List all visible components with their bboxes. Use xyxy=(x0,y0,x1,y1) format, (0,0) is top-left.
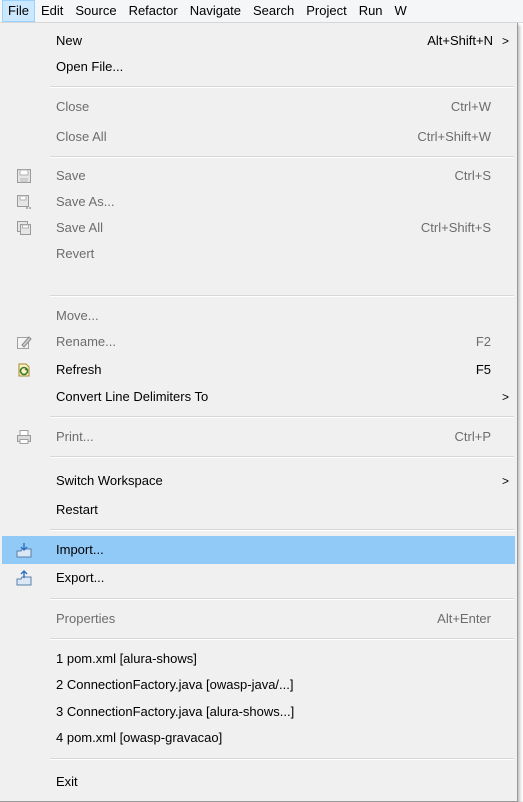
menu-item-label: Save xyxy=(56,168,86,183)
recent-file-item[interactable]: 1 pom.xml [alura-shows] xyxy=(2,646,515,672)
menu-item-export[interactable]: Export... xyxy=(2,565,515,591)
recent-file-label: 1 pom.xml [alura-shows] xyxy=(56,651,197,666)
menu-item-label: Export... xyxy=(56,570,105,585)
menu-item-revert[interactable]: Revert xyxy=(2,241,515,267)
menu-item-label: Refresh xyxy=(56,362,102,377)
menu-item-label: Close All xyxy=(56,129,107,144)
menu-search[interactable]: Search xyxy=(247,0,300,22)
menu-item-label: Convert Line Delimiters To xyxy=(56,389,209,404)
menu-item-save[interactable]: Save Ctrl+S xyxy=(2,163,515,189)
menu-item-label: Save As... xyxy=(56,194,115,209)
menu-item-label: Print... xyxy=(56,429,94,444)
menu-item-close[interactable]: Close Ctrl+W xyxy=(2,94,515,120)
menu-item-refresh[interactable]: Refresh F5 xyxy=(2,357,515,383)
menu-item-move[interactable]: Move... xyxy=(2,303,515,329)
menu-item-accelerator: F5 xyxy=(475,362,491,377)
menu-item-new[interactable]: New Alt+Shift+N > xyxy=(2,28,515,54)
refresh-icon xyxy=(16,362,32,378)
menu-item-exit[interactable]: Exit xyxy=(2,769,515,795)
menu-separator xyxy=(50,598,514,600)
menu-item-rename[interactable]: Rename... F2 xyxy=(2,329,515,355)
menu-item-accelerator: Alt+Enter xyxy=(437,611,491,626)
menu-separator xyxy=(50,529,514,531)
submenu-arrow-icon: > xyxy=(501,34,509,48)
menu-item-print[interactable]: Print... Ctrl+P xyxy=(2,424,515,450)
menu-item-label: Switch Workspace xyxy=(56,473,163,488)
export-icon xyxy=(16,570,32,586)
menu-item-accelerator: Ctrl+Shift+W xyxy=(417,129,491,144)
menu-project[interactable]: Project xyxy=(300,0,352,22)
menu-item-switch-workspace[interactable]: Switch Workspace > xyxy=(2,468,515,494)
menu-item-save-all[interactable]: Save All Ctrl+Shift+S xyxy=(2,215,515,241)
menu-item-accelerator: Ctrl+Shift+S xyxy=(420,220,491,235)
menu-item-accelerator: Ctrl+W xyxy=(450,99,491,114)
submenu-arrow-icon: > xyxy=(501,390,509,404)
recent-file-label: 3 ConnectionFactory.java [alura-shows...… xyxy=(56,704,295,719)
menu-window[interactable]: W xyxy=(389,0,413,22)
menu-item-open-file[interactable]: Open File... xyxy=(2,54,515,80)
recent-file-label: 4 pom.xml [owasp-gravacao] xyxy=(56,730,223,745)
menu-separator xyxy=(50,156,514,158)
menu-item-import[interactable]: Import... xyxy=(2,536,515,564)
menu-file[interactable]: File xyxy=(2,0,35,22)
menu-item-convert-line-delimiters[interactable]: Convert Line Delimiters To > xyxy=(2,384,515,410)
import-icon xyxy=(16,542,32,558)
menu-item-properties[interactable]: Properties Alt+Enter xyxy=(2,606,515,632)
file-menu-dropdown: New Alt+Shift+N > Open File... Close Ctr… xyxy=(0,23,518,802)
submenu-arrow-icon: > xyxy=(501,474,509,488)
menu-item-save-as[interactable]: Save As... xyxy=(2,189,515,215)
recent-file-item[interactable]: 2 ConnectionFactory.java [owasp-java/...… xyxy=(2,672,515,698)
print-icon xyxy=(16,429,32,445)
menu-item-accelerator: Alt+Shift+N xyxy=(427,33,493,48)
menu-source[interactable]: Source xyxy=(69,0,122,22)
menu-item-label: Close xyxy=(56,99,90,114)
menu-item-label: Open File... xyxy=(56,59,124,74)
menu-separator xyxy=(50,86,514,88)
menu-item-label: Move... xyxy=(56,308,99,323)
menu-separator xyxy=(50,758,514,760)
menu-item-label: Exit xyxy=(56,774,78,789)
menu-separator xyxy=(50,416,514,418)
menu-separator xyxy=(50,456,514,458)
recent-file-label: 2 ConnectionFactory.java [owasp-java/...… xyxy=(56,677,294,692)
menu-item-label: Import... xyxy=(56,542,104,557)
menu-item-label: Properties xyxy=(56,611,116,626)
menu-item-label: Revert xyxy=(56,246,95,261)
menu-edit[interactable]: Edit xyxy=(35,0,69,22)
menu-run[interactable]: Run xyxy=(353,0,389,22)
menu-item-close-all[interactable]: Close All Ctrl+Shift+W xyxy=(2,124,515,150)
rename-icon xyxy=(16,334,32,350)
menu-item-label: New xyxy=(56,33,83,48)
menu-item-accelerator: F2 xyxy=(475,334,491,349)
menu-separator xyxy=(50,295,514,297)
recent-file-item[interactable]: 3 ConnectionFactory.java [alura-shows...… xyxy=(2,699,515,725)
recent-file-item[interactable]: 4 pom.xml [owasp-gravacao] xyxy=(2,725,515,751)
menu-refactor[interactable]: Refactor xyxy=(123,0,184,22)
menu-navigate[interactable]: Navigate xyxy=(184,0,247,22)
menu-separator xyxy=(50,638,514,640)
menu-item-label: Save All xyxy=(56,220,103,235)
menu-bar: File Edit Source Refactor Navigate Searc… xyxy=(0,0,523,23)
menu-item-accelerator: Ctrl+P xyxy=(454,429,491,444)
save-all-icon xyxy=(16,220,32,236)
menu-item-accelerator: Ctrl+S xyxy=(454,168,491,183)
save-icon xyxy=(16,168,32,184)
menu-item-label: Restart xyxy=(56,502,98,517)
menu-item-restart[interactable]: Restart xyxy=(2,497,515,523)
menu-item-label: Rename... xyxy=(56,334,116,349)
save-as-icon xyxy=(16,194,32,210)
